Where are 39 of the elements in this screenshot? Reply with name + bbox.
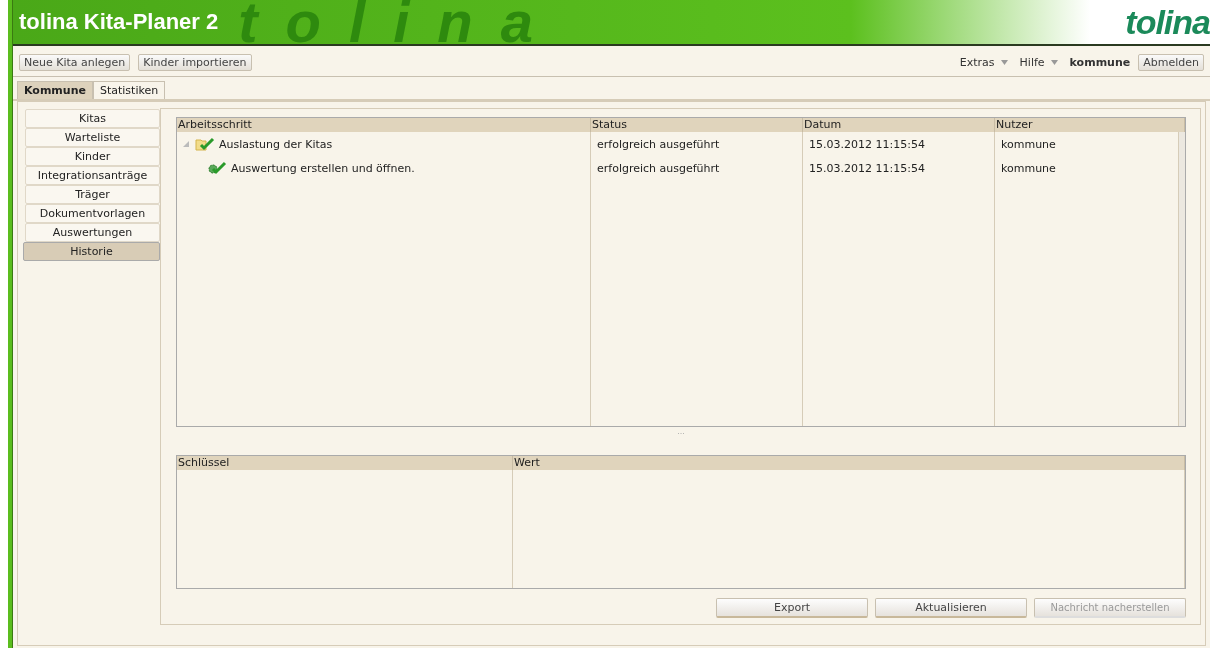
tab[interactable]: Kommune [17, 81, 93, 99]
column-header[interactable]: Schlüssel [177, 456, 513, 470]
logout-button[interactable]: Abmelden [1138, 54, 1204, 71]
window-title: tolina Kita-Planer 2 [18, 9, 219, 35]
column-header[interactable]: Wert [513, 456, 1185, 470]
sidebar-item[interactable]: Dokumentvorlagen [25, 204, 160, 223]
gear-check-icon [207, 161, 227, 175]
table-cell-text: 15.03.2012 11:15:54 [808, 137, 925, 151]
action-button[interactable]: Aktualisieren [875, 598, 1027, 618]
sidebar-item[interactable]: Kinder [25, 147, 160, 166]
column-header[interactable]: Status [591, 118, 803, 132]
toolbar-button[interactable]: Kinder importieren [138, 54, 252, 71]
sidebar-item[interactable]: Auswertungen [25, 223, 160, 242]
user-name: kommune [1069, 56, 1131, 69]
table-cell-text: erfolgreich ausgeführt [596, 137, 720, 151]
toolbar-button[interactable]: Neue Kita anlegen [19, 54, 131, 71]
caret-icon [1050, 60, 1058, 65]
logo: tolina [1125, 2, 1210, 42]
folder-check-icon [195, 137, 215, 151]
menu-item[interactable]: Extras [959, 56, 995, 69]
step-text: Auslastung der Kitas [219, 137, 333, 151]
table-cell-text: erfolgreich ausgeführt [596, 161, 720, 175]
sidebar-item[interactable]: Integrationsanträge [25, 166, 160, 185]
column-header[interactable]: Datum [803, 118, 995, 132]
sidebar-item[interactable]: Warteliste [25, 128, 160, 147]
tab[interactable]: Statistiken [92, 81, 166, 99]
table-cell-text: kommune [1000, 161, 1056, 175]
column-header[interactable]: Nutzer [995, 118, 1185, 132]
action-button[interactable]: Export [716, 598, 868, 618]
step-text: Auswertung erstellen und öffnen. [231, 161, 415, 175]
sidebar-item[interactable]: Träger [25, 185, 160, 204]
table-cell-text: 15.03.2012 11:15:54 [808, 161, 925, 175]
sidebar-item[interactable]: Historie [23, 242, 160, 261]
column-header[interactable]: Arbeitsschritt [177, 118, 591, 132]
expander-icon[interactable] [183, 141, 189, 147]
table-cell-text: kommune [1000, 137, 1056, 151]
caret-icon [1000, 60, 1008, 65]
menu-item[interactable]: Hilfe [1019, 56, 1045, 69]
sidebar-item[interactable]: Kitas [25, 109, 160, 128]
